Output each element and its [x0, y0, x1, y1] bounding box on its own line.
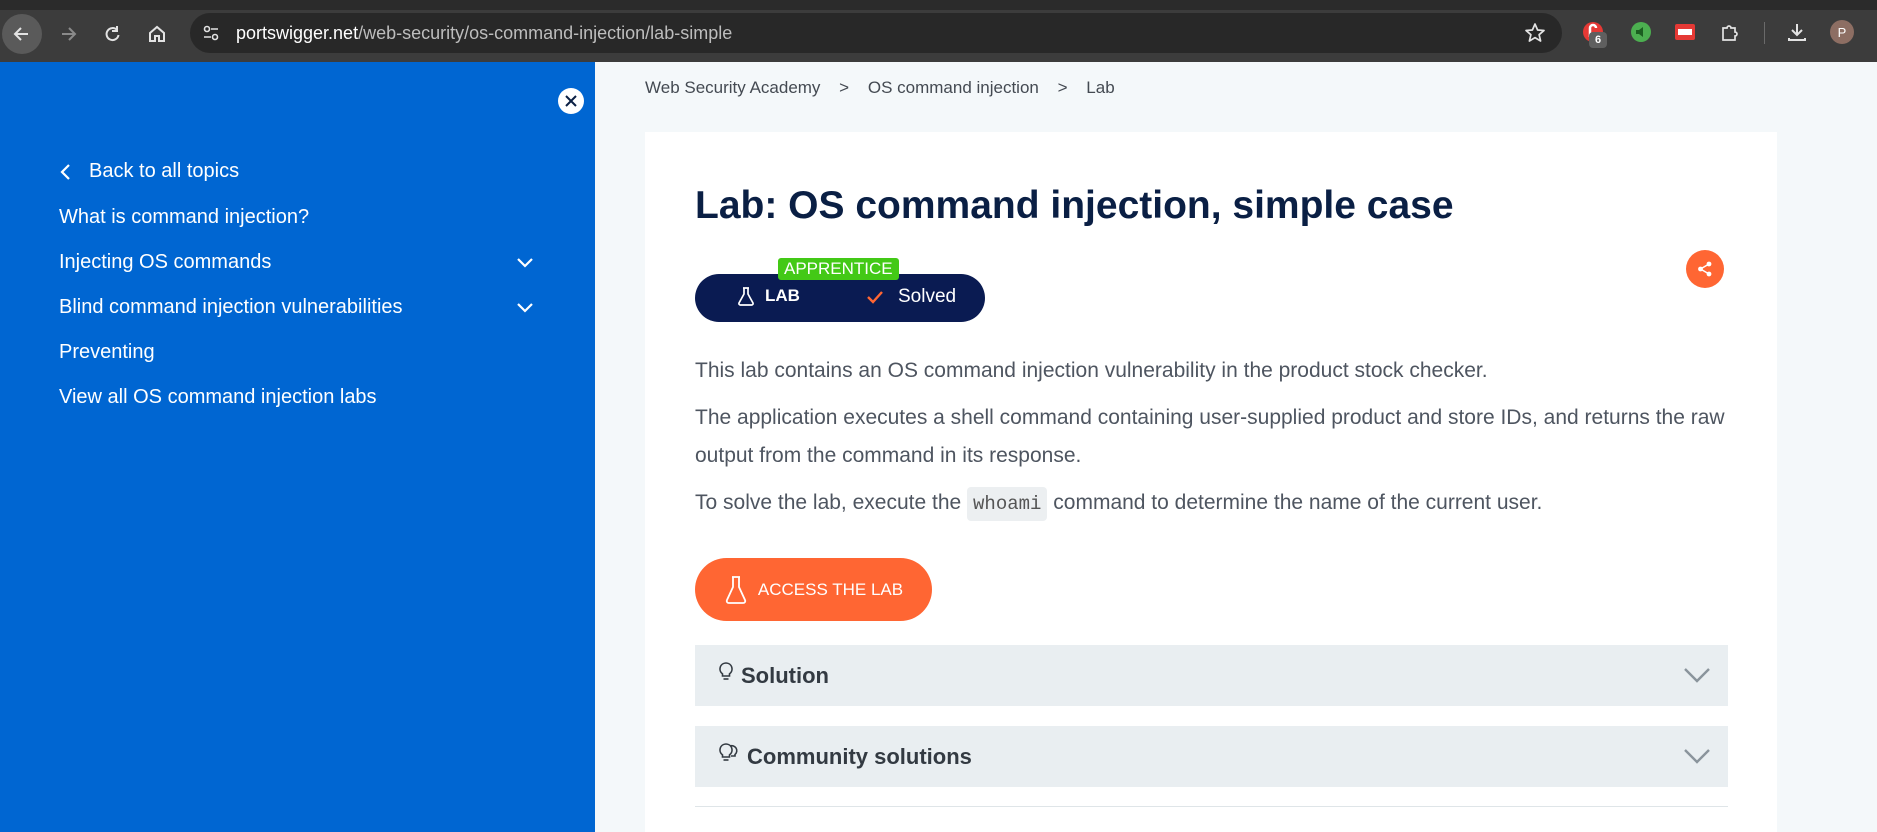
url-text: portswigger.net/web-security/os-command-…	[236, 23, 732, 44]
tab-strip	[0, 0, 1877, 10]
puzzle-icon	[1722, 25, 1738, 41]
close-icon	[565, 95, 577, 107]
back-button[interactable]	[2, 14, 42, 54]
breadcrumb-separator: >	[1057, 78, 1068, 97]
solved-label: Solved	[898, 286, 957, 307]
lightbulb-icon	[719, 661, 733, 680]
chevron-down-icon[interactable]	[515, 255, 535, 269]
extensions-menu-button[interactable]	[1715, 17, 1745, 47]
url-path: /web-security/os-command-injection/lab-s…	[358, 22, 733, 43]
reload-button[interactable]	[92, 14, 132, 54]
access-lab-label: ACCESS THE LAB	[757, 579, 904, 599]
difficulty-badge: APPRENTICE	[778, 258, 899, 280]
reload-icon	[105, 26, 120, 42]
arrow-right-icon	[62, 27, 77, 41]
breadcrumb-topic-link[interactable]: OS command injection	[868, 78, 1039, 97]
home-button[interactable]	[137, 14, 177, 54]
goal-text-before: To solve the lab, execute the	[695, 491, 968, 514]
lab-label-text: LAB	[765, 286, 800, 305]
browser-toolbar: portswigger.net/web-security/os-command-…	[0, 0, 1877, 62]
page-title: Lab: OS command injection, simple case	[695, 184, 1454, 227]
breadcrumb-separator: >	[839, 78, 850, 97]
home-icon	[149, 25, 165, 42]
neo-extension-button[interactable]	[1670, 17, 1700, 47]
sound-extension-button[interactable]	[1626, 17, 1656, 47]
back-to-topics-link[interactable]: Back to all topics	[59, 160, 239, 183]
downloads-button[interactable]	[1782, 17, 1812, 47]
neo-icon	[1675, 24, 1695, 40]
lab-description-paragraph: This lab contains an OS command injectio…	[695, 359, 1488, 382]
arrow-left-icon	[13, 27, 28, 41]
flask-icon	[725, 575, 747, 604]
speaker-icon	[1631, 22, 1651, 42]
share-button[interactable]	[1686, 250, 1724, 288]
url-host: portswigger.net	[236, 22, 359, 43]
star-icon	[1525, 23, 1545, 42]
address-bar[interactable]: portswigger.net/web-security/os-command-…	[190, 13, 1562, 53]
breadcrumb: Web Security Academy > OS command inject…	[645, 78, 1129, 98]
profile-avatar[interactable]: P	[1830, 20, 1854, 44]
access-lab-button[interactable]: ACCESS THE LAB	[695, 558, 932, 621]
solution-label: Solution	[741, 662, 829, 688]
breadcrumb-current: Lab	[1086, 78, 1115, 97]
forward-button[interactable]	[48, 14, 88, 54]
back-to-topics-label: Back to all topics	[89, 160, 240, 182]
chevron-left-icon	[60, 163, 70, 180]
check-icon	[867, 291, 883, 304]
sidebar-item-injecting-os-commands[interactable]: Injecting OS commands	[59, 251, 271, 274]
share-icon	[1698, 261, 1712, 277]
download-icon	[1788, 24, 1806, 41]
site-info-button[interactable]	[194, 16, 228, 50]
solved-status: Solved	[866, 286, 956, 308]
lab-description-paragraph: The application executes a shell command…	[695, 406, 1725, 467]
extension-count-badge: 6	[1589, 32, 1607, 48]
toolbar-divider	[1764, 22, 1765, 44]
chevron-down-icon[interactable]	[515, 300, 535, 314]
bookmark-star-button[interactable]	[1524, 22, 1546, 49]
sidebar-item-view-all-labs[interactable]: View all OS command injection labs	[59, 386, 377, 409]
goal-text-after: command to determine the name of the cur…	[1047, 491, 1543, 514]
sidebar-item-blind-command-injection[interactable]: Blind command injection vulnerabilities	[59, 296, 403, 319]
lab-goal-paragraph: To solve the lab, execute the whoami com…	[695, 484, 1735, 523]
lightbulbs-icon	[719, 742, 738, 761]
community-solutions-accordion[interactable]: Community solutions	[695, 726, 1728, 787]
chevron-down-icon	[1684, 749, 1710, 764]
sidebar-item-what-is-command-injection[interactable]: What is command injection?	[59, 206, 309, 229]
lab-type-label: LAB	[737, 286, 800, 306]
community-solutions-label: Community solutions	[747, 743, 972, 769]
breadcrumb-academy-link[interactable]: Web Security Academy	[645, 78, 820, 97]
tune-icon	[203, 25, 219, 41]
chevron-down-icon	[1684, 668, 1710, 683]
solution-accordion[interactable]: Solution	[695, 645, 1728, 706]
sidebar-close-button[interactable]	[558, 88, 584, 114]
sidebar-item-preventing[interactable]: Preventing	[59, 341, 155, 364]
section-divider	[695, 806, 1728, 807]
flask-icon	[738, 287, 754, 306]
inline-code-whoami: whoami	[967, 487, 1048, 521]
